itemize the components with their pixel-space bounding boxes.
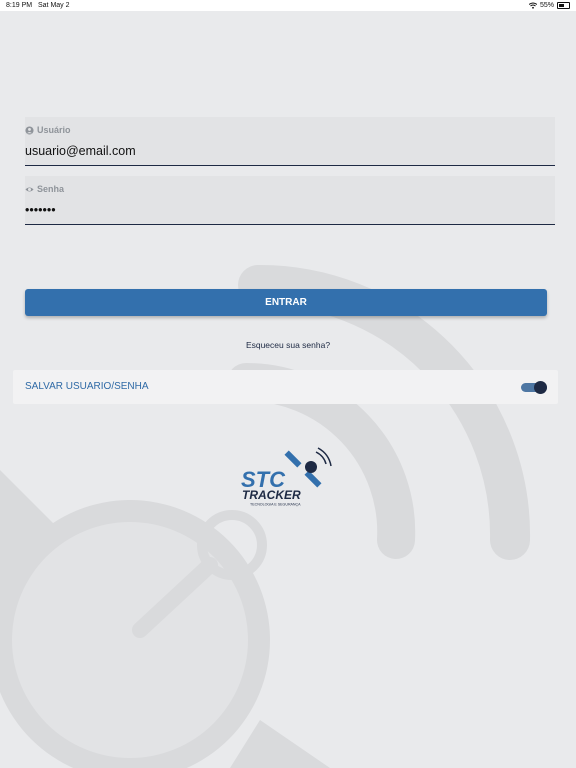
save-credentials-toggle[interactable] bbox=[521, 381, 547, 394]
username-input[interactable]: usuario@email.com bbox=[25, 144, 136, 158]
status-right: 55% bbox=[528, 0, 570, 11]
battery-percent: 55% bbox=[539, 2, 554, 9]
logo-tagline: TECNOLOGIA E SEGURANÇA bbox=[250, 503, 301, 507]
toggle-knob bbox=[534, 381, 547, 394]
username-field[interactable]: Usuário usuario@email.com bbox=[25, 117, 555, 166]
save-credentials-row: SALVAR USUARIO/SENHA bbox=[13, 370, 558, 404]
status-time: 8:19 PM bbox=[6, 2, 33, 9]
user-circle-icon bbox=[25, 125, 34, 135]
battery-icon bbox=[557, 2, 570, 9]
login-button[interactable]: ENTRAR bbox=[25, 289, 547, 316]
stc-tracker-logo: STC TRACKER TECNOLOGIA E SEGURANÇA bbox=[241, 447, 332, 507]
logo-text-tracker: TRACKER bbox=[242, 488, 301, 502]
password-input[interactable]: ••••••• bbox=[25, 203, 56, 217]
forgot-password-link[interactable]: Esqueceu sua senha? bbox=[0, 340, 576, 350]
password-label: Senha bbox=[37, 184, 65, 194]
password-field[interactable]: Senha ••••••• bbox=[25, 176, 555, 225]
username-label-row: Usuário bbox=[25, 125, 71, 135]
username-label: Usuário bbox=[37, 125, 71, 135]
wifi-icon bbox=[528, 2, 537, 9]
satellite-icon bbox=[284, 447, 332, 488]
password-label-row: Senha bbox=[25, 184, 64, 194]
save-credentials-label: SALVAR USUARIO/SENHA bbox=[25, 381, 149, 392]
status-date: Sat May 2 bbox=[38, 2, 70, 9]
eye-icon bbox=[25, 186, 34, 192]
status-bar: 8:19 PM Sat May 2 55% bbox=[0, 0, 576, 11]
